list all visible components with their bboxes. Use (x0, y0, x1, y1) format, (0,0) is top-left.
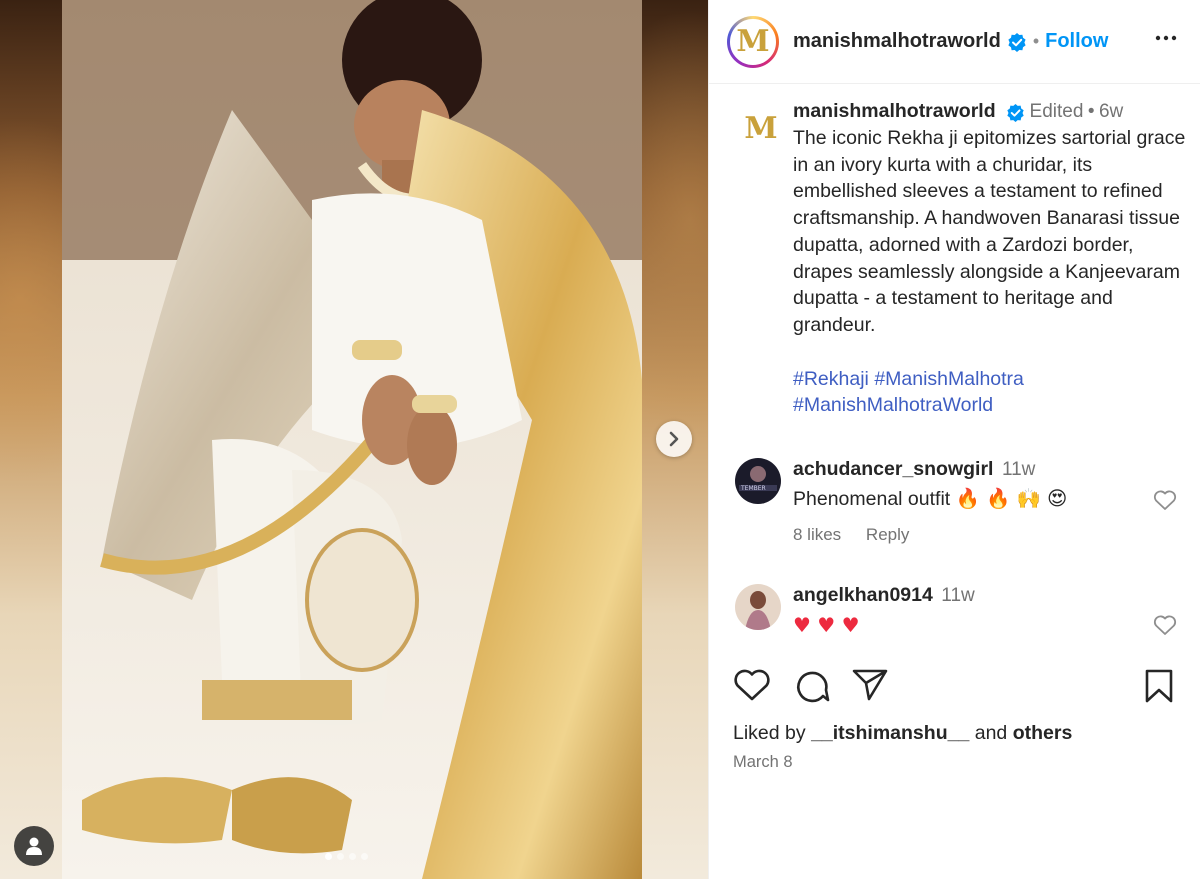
more-horizontal-icon[interactable] (1154, 26, 1178, 50)
comment-item: angelkhan0914 11w ♥ ♥ ♥ (731, 584, 1181, 644)
tagged-users-button[interactable] (14, 826, 54, 866)
header-separator: • (1032, 31, 1040, 51)
comment-username[interactable]: achudancer_snowgirl (793, 458, 993, 480)
bookmark-icon[interactable] (1143, 668, 1175, 704)
liked-by-user[interactable]: __itshimanshu__ (811, 722, 969, 744)
caption-hashtags: #Rekhaji #ManishMalhotra #ManishMalhotra… (793, 366, 1193, 419)
avatar-image (735, 584, 781, 630)
liked-by-summary: Liked by __itshimanshu__ and others (733, 722, 1072, 745)
comment-time: 11w (941, 585, 975, 606)
comment-emojis: 🔥 🔥 🙌 😍 (955, 487, 1068, 510)
post-image-illustration (62, 0, 642, 879)
liked-by-others[interactable]: others (1013, 722, 1073, 744)
comment-username[interactable]: angelkhan0914 (793, 584, 933, 606)
caption-text: The iconic Rekha ji epitomizes sartorial… (793, 127, 1186, 336)
comment-like-heart-icon[interactable] (1153, 489, 1177, 511)
comment-item: TEMBER achudancer_snowgirl 11w Phenomena… (731, 458, 1181, 558)
carousel-dot (325, 853, 332, 860)
comment-time: 11w (1001, 459, 1036, 480)
hashtag-link[interactable]: #ManishMalhotra (874, 368, 1024, 390)
comment-likes-count[interactable]: 8 likes (793, 525, 841, 544)
profile-avatar[interactable]: M (727, 15, 779, 68)
comment-like-heart-icon[interactable] (1153, 614, 1177, 636)
post-age: 6w (1098, 101, 1124, 122)
hashtag-link[interactable]: #ManishMalhotraWorld (793, 394, 993, 416)
brand-logo: M (730, 18, 776, 65)
reply-button[interactable]: Reply (866, 525, 909, 544)
verified-badge-icon (1008, 32, 1026, 52)
user-tag-icon (26, 837, 42, 855)
meta-separator: • (1087, 101, 1095, 122)
caption-avatar[interactable]: M (739, 106, 783, 150)
next-image-button[interactable] (656, 421, 692, 457)
commenter-avatar[interactable]: TEMBER (735, 458, 781, 504)
liked-by-and: and (974, 722, 1008, 744)
comment-icon[interactable] (793, 668, 831, 704)
edited-label: Edited (1029, 101, 1084, 122)
post-date[interactable]: March 8 (733, 753, 793, 772)
post-image (62, 0, 642, 879)
carousel-indicator (325, 853, 368, 860)
post-action-bar (731, 668, 1181, 712)
comment-text: ♥ ♥ ♥ (793, 612, 1133, 639)
comment-text-content: Phenomenal outfit (793, 488, 951, 510)
comment-emojis: ♥ ♥ ♥ (793, 613, 860, 637)
comment-text: Phenomenal outfit 🔥 🔥 🙌 😍 (793, 486, 1133, 512)
share-icon[interactable] (851, 668, 889, 702)
caption-username[interactable]: manishmalhotraworld (793, 100, 996, 122)
hashtag-link[interactable]: #Rekhaji (793, 368, 869, 390)
header-username[interactable]: manishmalhotraworld (793, 30, 1001, 53)
carousel-dot (349, 853, 356, 860)
avatar-image: TEMBER (735, 458, 781, 504)
carousel-dot (337, 853, 344, 860)
verified-badge-icon (1007, 104, 1024, 123)
post-header: M manishmalhotraworld • Follow (709, 0, 1200, 84)
heart-icon[interactable] (733, 668, 771, 702)
post-sidebar: M manishmalhotraworld • Follow M manishm… (708, 0, 1200, 879)
comment-body: achudancer_snowgirl 11w Phenomenal outfi… (793, 458, 1133, 545)
carousel-dot (361, 853, 368, 860)
caption-body: manishmalhotraworld Edited • 6w The icon… (793, 100, 1193, 419)
svg-text:TEMBER: TEMBER (740, 485, 766, 492)
follow-button[interactable]: Follow (1045, 30, 1108, 53)
chevron-right-icon (669, 431, 679, 447)
commenter-avatar[interactable] (735, 584, 781, 630)
comment-body: angelkhan0914 11w ♥ ♥ ♥ (793, 584, 1133, 639)
post-media (0, 0, 708, 879)
comment-actions: 8 likes Reply (793, 525, 1133, 545)
liked-by-prefix: Liked by (733, 722, 806, 744)
